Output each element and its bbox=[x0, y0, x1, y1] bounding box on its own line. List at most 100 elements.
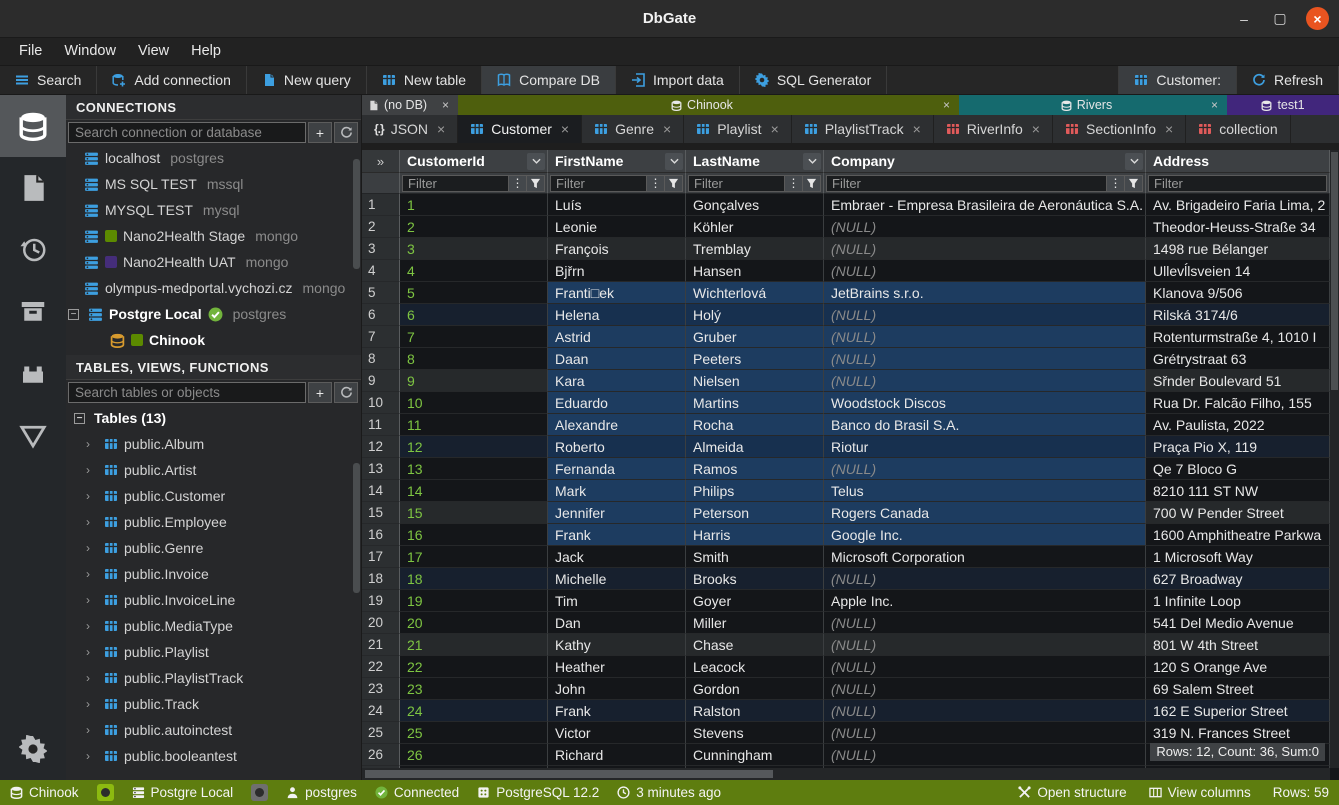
file-tab-playlisttrack[interactable]: PlaylistTrack× bbox=[792, 115, 934, 143]
cell-first[interactable]: Michelle bbox=[548, 568, 686, 590]
cell-last[interactable]: Ralston bbox=[686, 700, 824, 722]
cell-id[interactable]: 14 bbox=[400, 480, 548, 502]
grid-expander-header[interactable]: » bbox=[362, 150, 400, 173]
cell-company[interactable]: Banco do Brasil S.A. bbox=[824, 414, 1146, 436]
row-number[interactable]: 6 bbox=[362, 304, 400, 326]
cell-address[interactable]: 69 Salem Street bbox=[1146, 678, 1330, 700]
cell-id[interactable]: 20 bbox=[400, 612, 548, 634]
row-number[interactable]: 25 bbox=[362, 722, 400, 744]
rail-item-files[interactable] bbox=[0, 157, 66, 219]
table-item[interactable]: ›public.Playlist bbox=[66, 639, 361, 665]
cell-id[interactable]: 15 bbox=[400, 502, 548, 524]
row-number[interactable]: 16 bbox=[362, 524, 400, 546]
filter-menu-button[interactable]: ⋮ bbox=[1107, 175, 1125, 192]
row-number[interactable]: 4 bbox=[362, 260, 400, 282]
cell-id[interactable]: 26 bbox=[400, 744, 548, 766]
cell-last[interactable]: Holý bbox=[686, 304, 824, 326]
cell-company[interactable]: (NULL) bbox=[824, 238, 1146, 260]
collapse-icon[interactable]: − bbox=[74, 413, 85, 424]
tables-scrollbar-thumb[interactable] bbox=[353, 463, 360, 593]
table-item[interactable]: ›public.Invoice bbox=[66, 561, 361, 587]
chevron-right-icon[interactable]: › bbox=[86, 567, 96, 581]
filter-input[interactable] bbox=[688, 175, 785, 192]
cell-last[interactable]: Rocha bbox=[686, 414, 824, 436]
cell-last[interactable]: Ramos bbox=[686, 458, 824, 480]
cell-first[interactable]: Leonie bbox=[548, 216, 686, 238]
cell-id[interactable]: 5 bbox=[400, 282, 548, 304]
menu-item-file[interactable]: File bbox=[8, 38, 53, 65]
cell-first[interactable]: Jennifer bbox=[548, 502, 686, 524]
row-number[interactable]: 12 bbox=[362, 436, 400, 458]
cell-last[interactable]: Miller bbox=[686, 612, 824, 634]
cell-last[interactable]: Brooks bbox=[686, 568, 824, 590]
chevron-right-icon[interactable]: › bbox=[86, 437, 96, 451]
cell-id[interactable]: 18 bbox=[400, 568, 548, 590]
toolbar-button-import-data[interactable]: Import data bbox=[616, 66, 740, 94]
database-item[interactable]: Chinook bbox=[66, 327, 361, 353]
cell-last[interactable]: Köhler bbox=[686, 216, 824, 238]
file-tab-genre[interactable]: Genre× bbox=[582, 115, 684, 143]
cell-address[interactable]: Klanova 9/506 bbox=[1146, 282, 1330, 304]
cell-id[interactable]: 10 bbox=[400, 392, 548, 414]
grid-vertical-scrollbar-thumb[interactable] bbox=[1331, 152, 1338, 390]
cell-address[interactable]: Qe 7 Bloco G bbox=[1146, 458, 1330, 480]
row-number[interactable]: 1 bbox=[362, 194, 400, 216]
cell-address[interactable]: Theodor-Heuss-Straße 34 bbox=[1146, 216, 1330, 238]
cell-address[interactable]: 1 Microsoft Way bbox=[1146, 546, 1330, 568]
table-item[interactable]: ›public.Customer bbox=[66, 483, 361, 509]
filter-funnel-button[interactable] bbox=[1125, 175, 1143, 192]
row-number[interactable]: 2 bbox=[362, 216, 400, 238]
cell-last[interactable]: Tremblay bbox=[686, 238, 824, 260]
cell-id[interactable]: 25 bbox=[400, 722, 548, 744]
cell-first[interactable]: Jack bbox=[548, 546, 686, 568]
row-number[interactable]: 23 bbox=[362, 678, 400, 700]
cell-address[interactable]: 1600 Amphitheatre Parkwa bbox=[1146, 524, 1330, 546]
chevron-right-icon[interactable]: › bbox=[86, 593, 96, 607]
cell-first[interactable]: Daan bbox=[548, 348, 686, 370]
db-tab--no-db-[interactable]: (no DB)× bbox=[362, 95, 458, 115]
column-header-lastname[interactable]: LastName bbox=[686, 150, 824, 173]
file-tab-playlist[interactable]: Playlist× bbox=[684, 115, 792, 143]
table-item[interactable]: ›public.PlaylistTrack bbox=[66, 665, 361, 691]
cell-address[interactable]: 627 Broadway bbox=[1146, 568, 1330, 590]
cell-company[interactable]: (NULL) bbox=[824, 370, 1146, 392]
cell-id[interactable]: 23 bbox=[400, 678, 548, 700]
table-item[interactable]: ›public.Artist bbox=[66, 457, 361, 483]
close-icon[interactable]: × bbox=[913, 121, 921, 137]
filter-funnel-button[interactable] bbox=[665, 175, 683, 192]
cell-company[interactable]: (NULL) bbox=[824, 458, 1146, 480]
cell-last[interactable]: Philips bbox=[686, 480, 824, 502]
refresh-tables-button[interactable] bbox=[334, 382, 358, 403]
cell-first[interactable]: Tim bbox=[548, 590, 686, 612]
connection-item[interactable]: −Postgre Localpostgres bbox=[66, 301, 361, 327]
table-item[interactable]: ›public.autoinctest bbox=[66, 717, 361, 743]
table-item[interactable]: ›public.Genre bbox=[66, 535, 361, 561]
cell-first[interactable]: Franti□ek bbox=[548, 282, 686, 304]
connection-item[interactable]: MYSQL TESTmysql bbox=[66, 197, 361, 223]
tables-search-input[interactable] bbox=[68, 382, 306, 403]
cell-last[interactable]: Harris bbox=[686, 524, 824, 546]
row-number[interactable]: 20 bbox=[362, 612, 400, 634]
close-button[interactable]: × bbox=[1306, 7, 1329, 30]
connection-item[interactable]: Nano2Health UATmongo bbox=[66, 249, 361, 275]
cell-address[interactable]: Ullevĺlsveien 14 bbox=[1146, 260, 1330, 282]
minimize-button[interactable]: – bbox=[1234, 11, 1254, 27]
db-tab-test1[interactable]: test1 bbox=[1227, 95, 1339, 115]
cell-last[interactable]: Goyer bbox=[686, 590, 824, 612]
cell-id[interactable]: 6 bbox=[400, 304, 548, 326]
cell-last[interactable]: Martins bbox=[686, 392, 824, 414]
cell-last[interactable]: Gordon bbox=[686, 678, 824, 700]
cell-address[interactable]: 120 S Orange Ave bbox=[1146, 656, 1330, 678]
cell-id[interactable]: 2 bbox=[400, 216, 548, 238]
menu-item-view[interactable]: View bbox=[127, 38, 180, 65]
cell-first[interactable]: Fernanda bbox=[548, 458, 686, 480]
toolbar-button-compare-db[interactable]: Compare DB bbox=[482, 66, 616, 94]
cell-company[interactable]: Riotur bbox=[824, 436, 1146, 458]
cell-first[interactable]: Bjřrn bbox=[548, 260, 686, 282]
grid-vertical-scrollbar[interactable] bbox=[1330, 150, 1339, 768]
column-menu-button[interactable] bbox=[803, 153, 821, 170]
column-header-company[interactable]: Company bbox=[824, 150, 1146, 173]
cell-company[interactable]: (NULL) bbox=[824, 304, 1146, 326]
close-icon[interactable]: × bbox=[1208, 98, 1221, 112]
cell-id[interactable]: 3 bbox=[400, 238, 548, 260]
